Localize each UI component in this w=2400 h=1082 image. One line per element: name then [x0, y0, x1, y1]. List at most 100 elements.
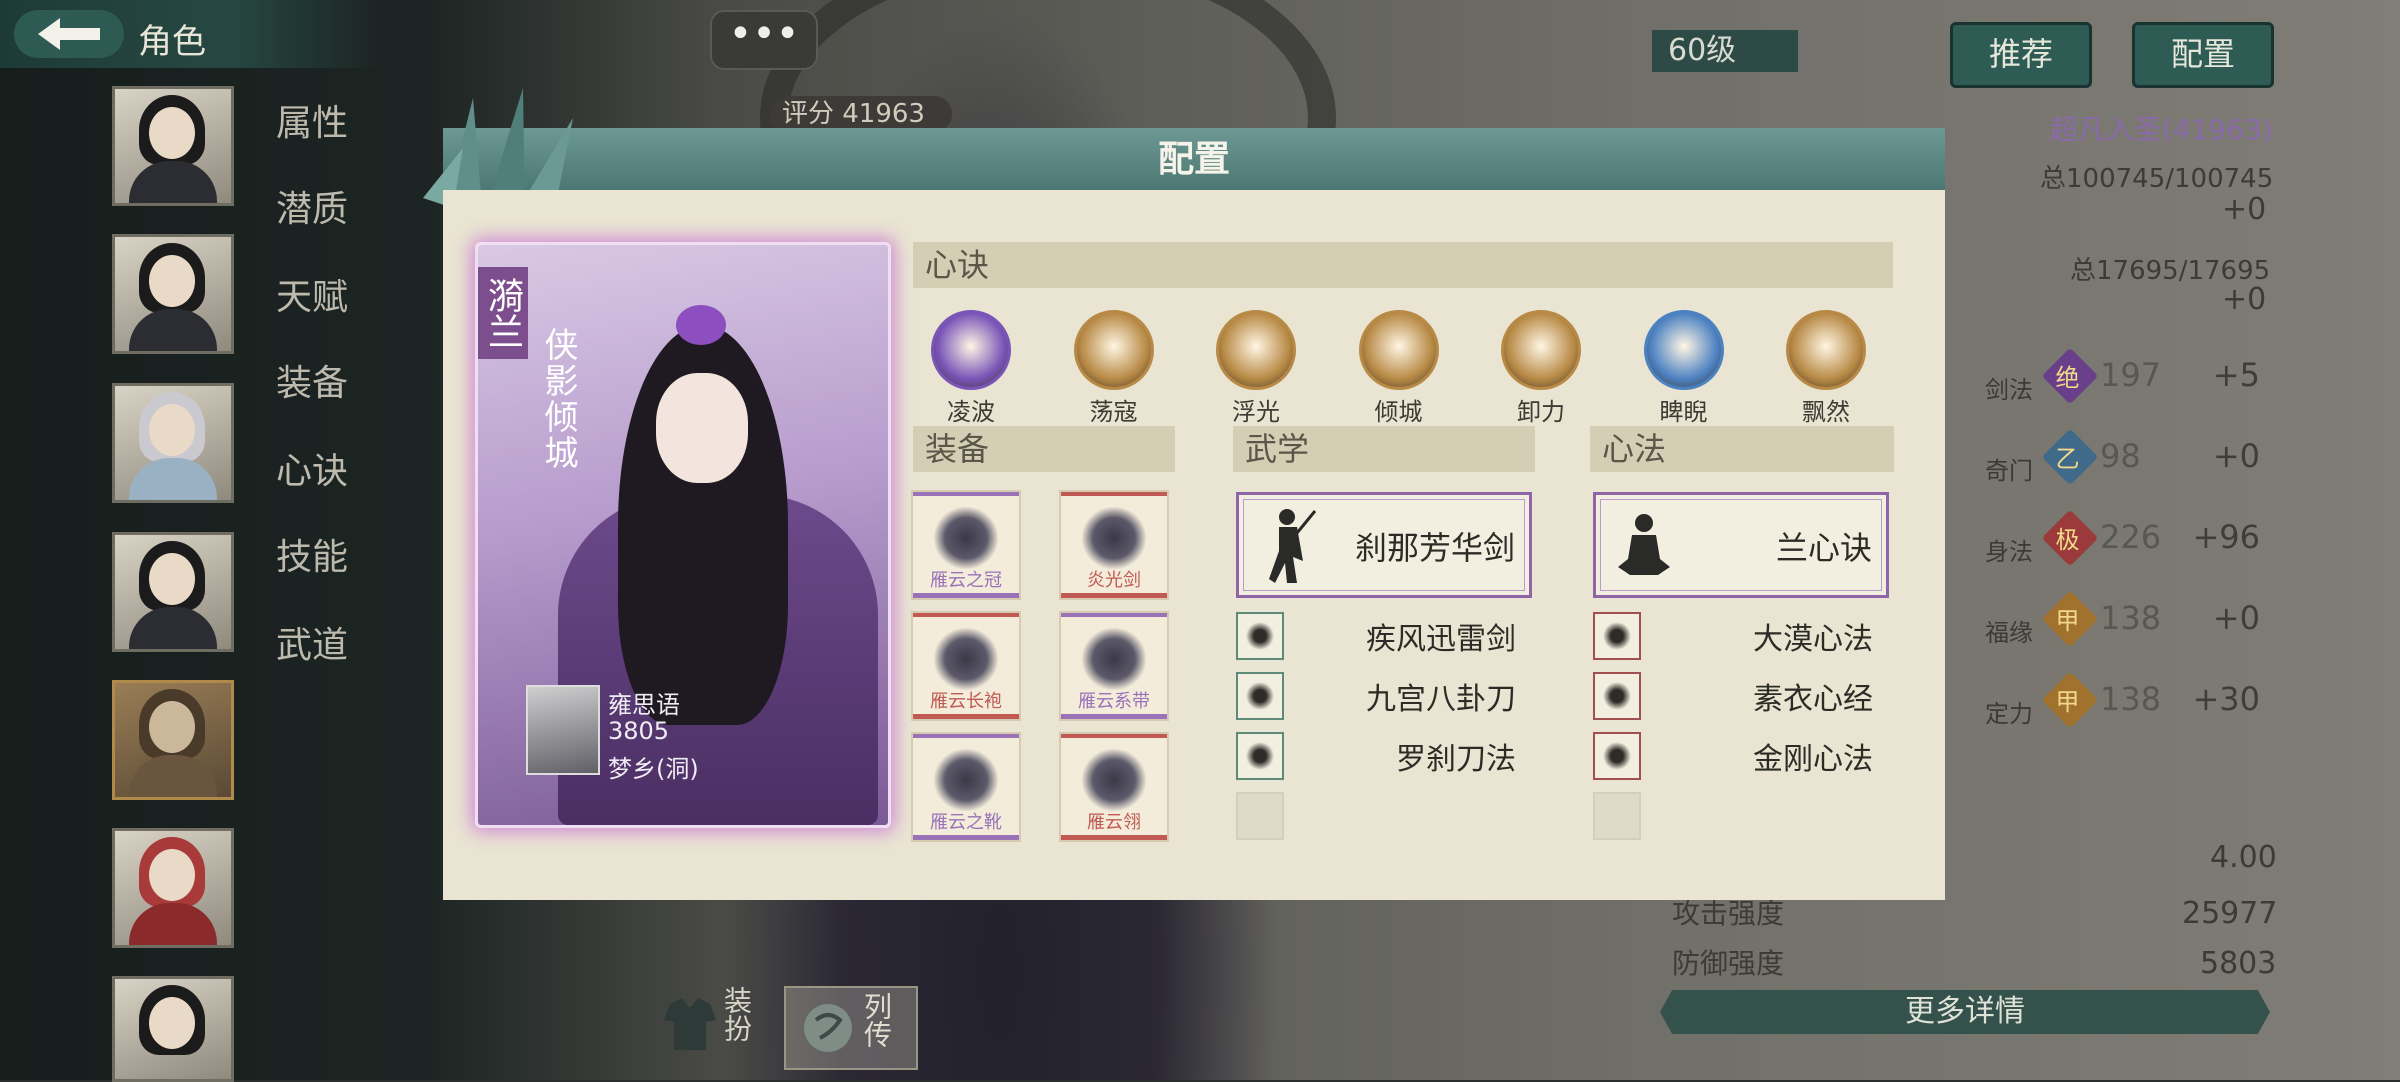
equipment-name: 雁云之靴 [930, 812, 1002, 833]
character-portrait[interactable] [112, 383, 234, 503]
xinjue-slot-icon[interactable] [1358, 310, 1439, 390]
biography-label: 列传 [860, 992, 893, 1048]
stat-label: 身法 [1985, 538, 2033, 566]
skill-slot-icon[interactable] [1593, 732, 1641, 780]
back-button[interactable] [14, 10, 124, 58]
skill-slot-icon[interactable] [1236, 612, 1284, 660]
rarity-bar [913, 593, 1019, 598]
menu-xinjue[interactable]: 心诀 [276, 442, 348, 494]
config-button[interactable]: 配置 [2132, 22, 2274, 88]
back-arrow-icon [38, 18, 100, 50]
skill-label[interactable]: 金刚心法 [1673, 734, 1873, 778]
rarity-bar [913, 613, 1019, 617]
equipment-header: 装备 [913, 426, 1175, 472]
attack-value: 25977 [2182, 896, 2278, 931]
empty-skill-slot[interactable] [1236, 792, 1284, 840]
skill-label[interactable]: 罗刹刀法 [1316, 734, 1516, 778]
xinjue-label: 倾城 [1374, 398, 1423, 426]
equipment-item-icon [933, 627, 999, 691]
equipment-item-icon [933, 748, 999, 812]
skill-slot-icon[interactable] [1593, 612, 1641, 660]
defense-value: 5803 [2200, 946, 2277, 981]
character-portrait-selected[interactable] [112, 680, 234, 800]
character-portrait[interactable] [112, 234, 234, 354]
rarity-bar [913, 835, 1019, 840]
equipment-slot[interactable]: 雁云系带 [1059, 611, 1169, 721]
main-martial-art[interactable]: 刹那芳华剑 [1236, 492, 1532, 598]
skill-label[interactable]: 大漠心法 [1673, 614, 1873, 658]
stat-label: 剑法 [1985, 376, 2033, 404]
equipment-slot[interactable]: 雁云长袍 [911, 611, 1021, 721]
total-hp: 总100745/100745 [2040, 164, 2274, 194]
config-modal: 配置 漪兰 侠影倾城 雍思语 3805 梦乡(洞) 心诀 凌波 荡寇 浮光 倾城 卸力 睥… [423, 88, 1945, 900]
rarity-bar [1061, 613, 1167, 617]
menu-wudao[interactable]: 武道 [276, 616, 348, 668]
empty-skill-slot[interactable] [1593, 792, 1641, 840]
menu-attributes[interactable]: 属性 [276, 94, 348, 146]
character-portrait[interactable] [112, 828, 234, 948]
xinjue-label: 凌波 [947, 398, 995, 426]
clothes-icon [664, 998, 716, 1050]
xinjue-slot-icon[interactable] [1073, 310, 1154, 390]
stat-label: 奇门 [1985, 457, 2033, 485]
recommend-button[interactable]: 推荐 [1950, 22, 2092, 88]
stat-value: 226 [2100, 518, 2162, 556]
character-portrait[interactable] [112, 976, 234, 1082]
xinjue-label: 飘然 [1802, 398, 1850, 426]
equipment-slot[interactable]: 雁云之靴 [911, 732, 1021, 842]
grade-text: 甲 [2055, 688, 2080, 717]
biography-button[interactable]: 列传 [784, 986, 918, 1070]
skill-slot-icon[interactable] [1593, 672, 1641, 720]
main-martial-art-label: 刹那芳华剑 [1354, 529, 1515, 567]
skill-slot-icon[interactable] [1236, 732, 1284, 780]
stat-value: 138 [2100, 599, 2162, 637]
stat-row: 乙 98 +0 [2041, 428, 2260, 489]
chat-bubble-button[interactable]: ••• [710, 10, 818, 70]
scroll-icon [804, 1004, 852, 1052]
dress-button[interactable]: 装扮 [660, 986, 780, 1066]
xinjue-slot-icon[interactable] [1643, 310, 1724, 390]
character-portrait[interactable] [112, 86, 234, 206]
character-portrait[interactable] [112, 532, 234, 652]
stat-delta: +30 [2192, 680, 2260, 718]
grade-badge-icon: 乙 [2041, 428, 2099, 486]
equipment-name: 雁云长袍 [930, 691, 1002, 712]
skill-label[interactable]: 素衣心经 [1673, 674, 1873, 718]
stat-delta: +5 [2212, 356, 2260, 394]
equipment-slot[interactable]: 雁云翎 [1059, 732, 1169, 842]
equipment-slot[interactable]: 雁云之冠 [911, 490, 1021, 600]
character-card[interactable]: 漪兰 侠影倾城 雍思语 3805 梦乡(洞) [475, 242, 891, 828]
xinjue-slot-icon[interactable] [1216, 310, 1296, 390]
menu-skills[interactable]: 技能 [276, 528, 348, 580]
main-inner-art[interactable]: 兰心诀 [1593, 492, 1889, 598]
xinjue-slot-icon[interactable] [1786, 310, 1866, 390]
equipment-name: 炎光剑 [1087, 570, 1141, 591]
menu-equipment[interactable]: 装备 [276, 354, 348, 406]
grade-text: 绝 [2055, 364, 2080, 393]
menu-potential[interactable]: 潜质 [276, 180, 348, 232]
menu-talent[interactable]: 天赋 [276, 268, 348, 320]
xinfa-header: 心法 [1590, 426, 1894, 472]
skill-label[interactable]: 九宫八卦刀 [1316, 674, 1516, 718]
xinjue-header: 心诀 [913, 242, 1893, 288]
mp-plus: +0 [2222, 282, 2267, 317]
xinjue-label: 卸力 [1517, 398, 1565, 426]
more-details-button[interactable]: 更多详情 [1660, 990, 2270, 1034]
main-inner-art-label: 兰心诀 [1775, 529, 1872, 567]
stat-label: 福缘 [1985, 619, 2033, 647]
hero-title: 侠影倾城 [538, 327, 578, 471]
xinjue-label: 睥睨 [1659, 398, 1708, 426]
rarity-bar [1061, 734, 1167, 738]
stat-label: 定力 [1985, 700, 2033, 728]
player-name: 雍思语 [608, 691, 680, 719]
grade-text: 甲 [2055, 607, 2080, 636]
skill-label[interactable]: 疾风迅雷剑 [1316, 614, 1516, 658]
player-server: 梦乡(洞) [608, 755, 699, 783]
xinjue-slot-icon[interactable] [931, 310, 1011, 390]
skill-slot-icon[interactable] [1236, 672, 1284, 720]
rarity-bar [1061, 492, 1167, 496]
rarity-bar [913, 714, 1019, 719]
xinjue-slot-icon[interactable] [1501, 310, 1581, 390]
equipment-slot[interactable]: 炎光剑 [1059, 490, 1169, 600]
equipment-item-icon [1081, 627, 1147, 691]
